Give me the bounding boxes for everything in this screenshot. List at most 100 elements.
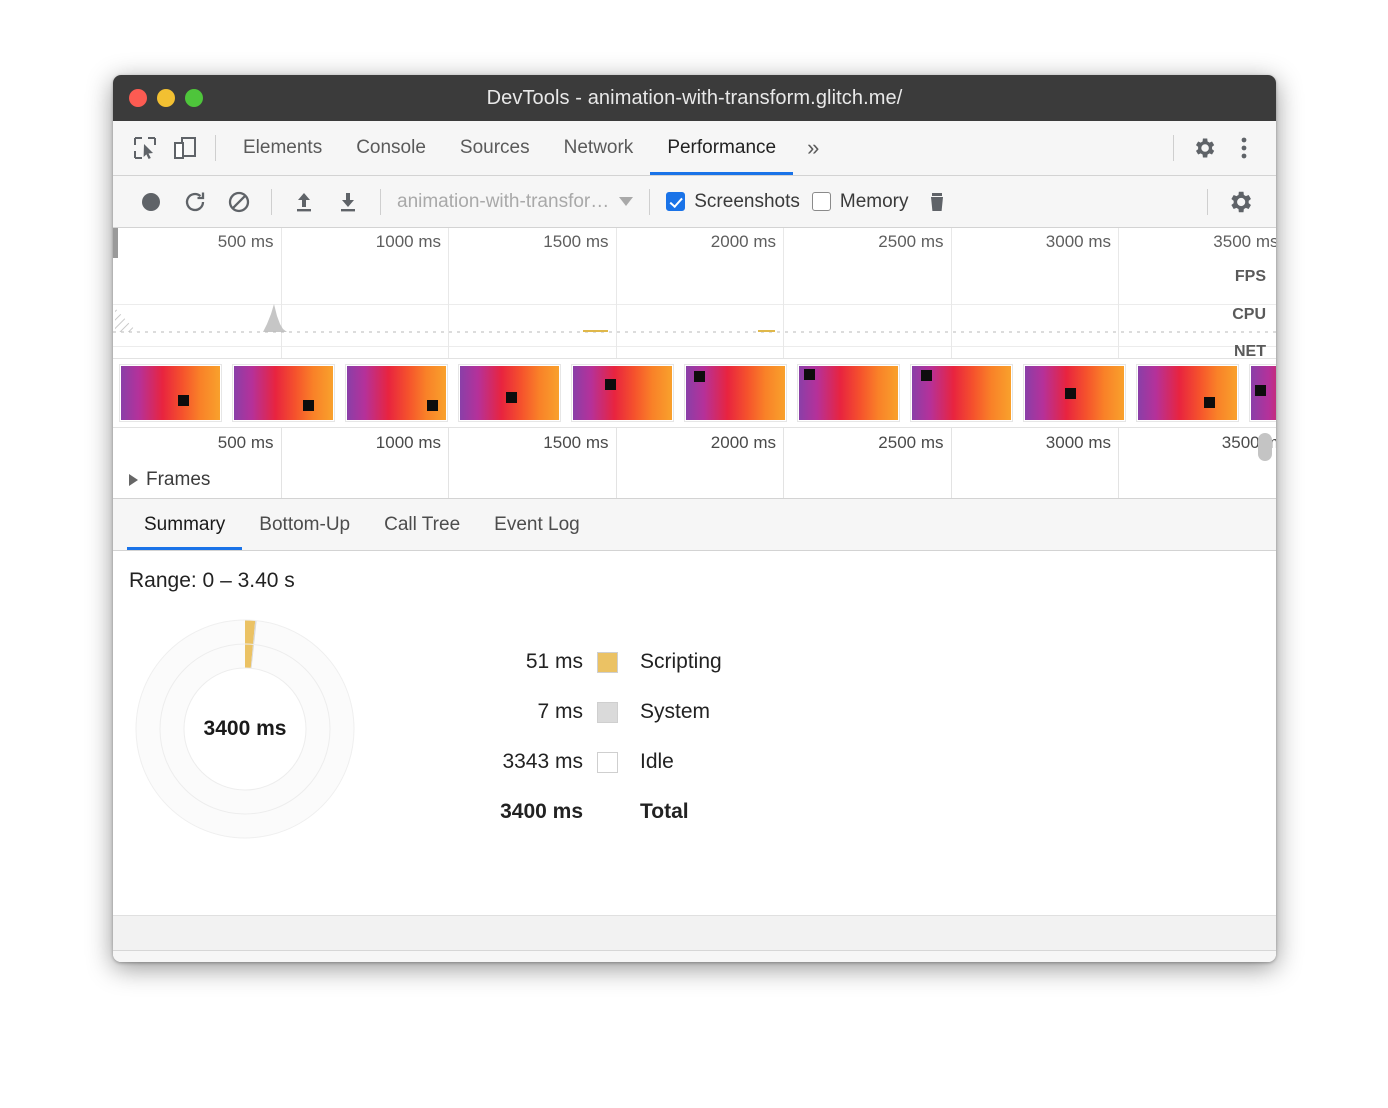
tabbar-divider	[215, 135, 216, 161]
legend-row-total: 3400 ms Total	[453, 787, 763, 837]
reload-and-record-icon[interactable]	[173, 182, 217, 222]
tab-elements[interactable]: Elements	[226, 121, 339, 175]
legend-row-idle[interactable]: 3343 ms Idle	[453, 737, 763, 787]
toolbar-divider-1	[271, 189, 272, 215]
legend-name-scripting: Scripting	[618, 650, 722, 674]
gear-icon[interactable]	[1184, 128, 1224, 168]
timeline-overview[interactable]: 500 ms1000 ms1500 ms2000 ms2500 ms3000 m…	[113, 228, 1276, 359]
maximize-button[interactable]	[185, 89, 203, 107]
frame-animated-square	[804, 369, 815, 380]
tab-performance-label: Performance	[667, 137, 776, 159]
cpu-activity-graph	[113, 228, 1276, 358]
window-title: DevTools - animation-with-transform.glit…	[113, 87, 1276, 110]
legend-name-system: System	[618, 700, 710, 724]
timeline-tick-label: 2000 ms	[711, 433, 776, 453]
performance-toolbar: animation-with-transfor… Screenshots Mem…	[113, 176, 1276, 228]
frame-animated-square	[1065, 388, 1076, 399]
frame-animated-square	[605, 379, 616, 390]
profile-select-label: animation-with-transfor…	[397, 191, 609, 213]
toolbar-divider-2	[380, 189, 381, 215]
frame-animated-square	[921, 370, 932, 381]
legend-value-system: 7 ms	[453, 700, 597, 724]
devtools-tabbar: Elements Console Sources Network Perform…	[113, 121, 1276, 176]
tab-summary-label: Summary	[144, 514, 225, 536]
legend-row-system[interactable]: 7 ms System	[453, 687, 763, 737]
close-button[interactable]	[129, 89, 147, 107]
toolbar-divider-4	[1207, 189, 1208, 215]
tab-elements-label: Elements	[243, 137, 322, 159]
timeline-tick: 1500 ms	[616, 428, 617, 462]
filmstrip-frame[interactable]	[1137, 365, 1238, 421]
filmstrip-frame[interactable]	[685, 365, 786, 421]
filmstrip-frame[interactable]	[911, 365, 1012, 421]
upload-profile-icon[interactable]	[282, 182, 326, 222]
clear-recording-icon[interactable]	[217, 182, 261, 222]
frames-track-tick	[281, 462, 282, 498]
window-controls[interactable]	[129, 75, 203, 121]
device-toolbar-icon[interactable]	[165, 128, 205, 168]
panel-tab-list: Elements Console Sources Network Perform…	[226, 121, 833, 175]
tab-event-log-label: Event Log	[494, 514, 580, 536]
memory-checkbox-box[interactable]	[812, 192, 831, 211]
three-dot-menu-icon[interactable]	[1224, 128, 1264, 168]
tab-sources[interactable]: Sources	[443, 121, 547, 175]
filmstrip-frame[interactable]	[346, 365, 447, 421]
tab-network[interactable]: Network	[547, 121, 651, 175]
screenshot-root: DevTools - animation-with-transform.glit…	[0, 0, 1388, 1108]
inspect-element-icon[interactable]	[125, 128, 165, 168]
frames-track-label: Frames	[146, 469, 210, 491]
filmstrip-frame[interactable]	[120, 365, 221, 421]
frame-animated-square	[1255, 385, 1266, 396]
triangle-right-icon[interactable]	[129, 474, 138, 486]
detail-tab-list: Summary Bottom-Up Call Tree Event Log	[113, 499, 1276, 551]
frames-track[interactable]: Frames	[113, 462, 1276, 499]
timeline-scrollbar-thumb[interactable]	[1258, 433, 1272, 461]
memory-checkbox[interactable]: Memory	[806, 191, 915, 213]
profile-select[interactable]: animation-with-transfor…	[391, 191, 639, 213]
tab-summary[interactable]: Summary	[127, 499, 242, 550]
tab-console[interactable]: Console	[339, 121, 443, 175]
tab-event-log[interactable]: Event Log	[477, 499, 597, 550]
filmstrip-frame[interactable]	[233, 365, 334, 421]
capture-settings-gear-icon[interactable]	[1218, 182, 1262, 222]
filmstrip-frame[interactable]	[1024, 365, 1125, 421]
timeline-tick-label: 500 ms	[218, 433, 274, 453]
tab-network-label: Network	[564, 137, 634, 159]
filmstrip-frame[interactable]	[798, 365, 899, 421]
legend-name-total: Total	[618, 800, 689, 824]
timeline-tick: 2000 ms	[783, 428, 784, 462]
timeline-tick-label: 1000 ms	[376, 433, 441, 453]
tab-call-tree-label: Call Tree	[384, 514, 460, 536]
legend-swatch-system	[597, 702, 618, 723]
record-circle-icon[interactable]	[129, 182, 173, 222]
chevron-down-icon	[619, 197, 633, 206]
trash-icon[interactable]	[915, 182, 959, 222]
tab-performance[interactable]: Performance	[650, 121, 793, 175]
more-tabs-button[interactable]: »	[793, 135, 833, 161]
tab-call-tree[interactable]: Call Tree	[367, 499, 477, 550]
timeline-tick-label: 1500 ms	[543, 433, 608, 453]
legend-swatch-total	[597, 802, 618, 823]
timeline-ruler: 500 ms1000 ms1500 ms2000 ms2500 ms3000 m…	[113, 428, 1276, 462]
window-titlebar: DevTools - animation-with-transform.glit…	[113, 75, 1276, 121]
timeline-tick: 500 ms	[281, 428, 282, 462]
screenshots-checkbox[interactable]: Screenshots	[660, 191, 806, 213]
frames-track-header[interactable]: Frames	[129, 469, 210, 491]
filmstrip-frame[interactable]	[459, 365, 560, 421]
toolbar-right-group	[1197, 182, 1276, 222]
devtools-window: DevTools - animation-with-transform.glit…	[113, 75, 1276, 962]
filmstrip-frame[interactable]	[1250, 365, 1276, 421]
legend-row-scripting[interactable]: 51 ms Scripting	[453, 637, 763, 687]
donut-center-label: 3400 ms	[135, 619, 355, 839]
filmstrip[interactable]	[113, 359, 1276, 428]
frames-track-tick	[448, 462, 449, 498]
frame-animated-square	[1204, 397, 1215, 408]
timeline-tick: 2500 ms	[951, 428, 952, 462]
download-profile-icon[interactable]	[326, 182, 370, 222]
legend-value-scripting: 51 ms	[453, 650, 597, 674]
screenshots-checkbox-box[interactable]	[666, 192, 685, 211]
minimize-button[interactable]	[157, 89, 175, 107]
filmstrip-frame[interactable]	[572, 365, 673, 421]
summary-footer-gap	[113, 916, 1276, 951]
tab-bottom-up[interactable]: Bottom-Up	[242, 499, 367, 550]
